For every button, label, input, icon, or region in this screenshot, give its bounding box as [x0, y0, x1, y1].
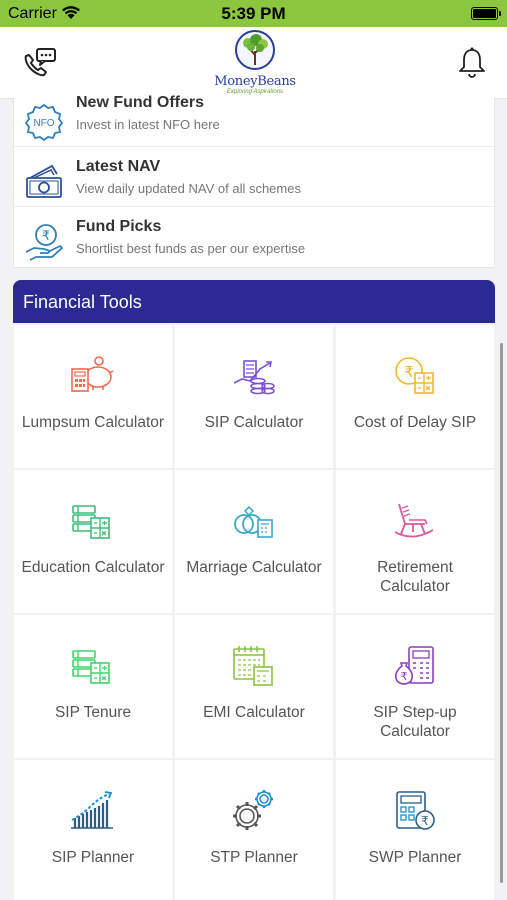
divider	[14, 206, 496, 207]
calculator-coin-icon: ₹	[391, 788, 437, 834]
menu-item-subtitle: Shortlist best funds as per our expertis…	[76, 241, 306, 256]
tool-sip-tenure[interactable]: SIP Tenure	[14, 615, 172, 758]
scrollbar[interactable]	[500, 343, 503, 883]
tool-label: Marriage Calculator	[186, 559, 322, 576]
tree-logo-icon	[235, 30, 275, 70]
rings-calculator-icon	[230, 498, 276, 544]
tool-label: Education Calculator	[21, 559, 165, 576]
financial-tools-grid: Lumpsum Calculator SIP Calculator ₹ Cost…	[13, 323, 495, 900]
menu-item-title: New Fund Offers	[76, 94, 205, 111]
gears-icon	[230, 788, 276, 834]
quick-links-card: NFO New Fund Offers Invest in latest NFO…	[13, 94, 496, 268]
menu-item-fund-picks[interactable]: ₹ Fund Picks Shortlist best funds as per…	[14, 214, 496, 274]
tool-label: STP Planner	[210, 849, 298, 866]
tool-sip-step-up-calculator[interactable]: ₹ SIP Step-up Calculator	[336, 615, 494, 758]
tool-label: Cost of Delay SIP	[353, 414, 477, 431]
calendar-calculator-icon	[230, 643, 276, 689]
menu-item-new-fund-offers[interactable]: NFO New Fund Offers Invest in latest NFO…	[14, 94, 496, 154]
brand-name: MoneyBeans	[214, 74, 296, 89]
tool-sip-calculator[interactable]: SIP Calculator	[175, 325, 333, 468]
menu-item-subtitle: Invest in latest NFO here	[76, 117, 220, 132]
money-stack-icon	[24, 162, 64, 202]
svg-text:₹: ₹	[401, 670, 408, 683]
svg-text:₹: ₹	[421, 814, 429, 828]
rupee-hand-icon: ₹	[24, 222, 64, 262]
status-bar: Carrier 5:39 PM	[0, 0, 507, 27]
books-calculator-icon	[69, 498, 115, 544]
bell-icon[interactable]	[457, 46, 487, 80]
battery-icon	[471, 7, 501, 20]
tool-label: SIP Calculator	[204, 414, 304, 431]
divider	[14, 146, 496, 147]
nfo-badge-icon: NFO	[24, 102, 64, 142]
menu-item-title: Fund Picks	[76, 218, 162, 235]
tool-label: SIP Tenure	[54, 704, 132, 721]
tool-label: SWP Planner	[368, 849, 462, 866]
phone-chat-icon[interactable]	[20, 44, 60, 84]
menu-item-subtitle: View daily updated NAV of all schemes	[76, 181, 301, 196]
rocking-chair-icon	[391, 498, 437, 544]
tool-stp-planner[interactable]: STP Planner	[175, 760, 333, 900]
tool-label: SIP Step-up Calculator	[373, 704, 457, 740]
tool-retirement-calculator[interactable]: Retirement Calculator	[336, 470, 494, 613]
coins-growth-icon	[230, 353, 276, 399]
tool-label: SIP Planner	[51, 849, 135, 866]
section-title: Financial Tools	[23, 292, 142, 312]
menu-item-latest-nav[interactable]: Latest NAV View daily updated NAV of all…	[14, 154, 496, 214]
moneybeans-logo[interactable]: MoneyBeans Exploring Aspirations	[210, 29, 300, 95]
tool-label: Retirement Calculator	[377, 559, 453, 595]
tool-emi-calculator[interactable]: EMI Calculator	[175, 615, 333, 758]
tool-label: Lumpsum Calculator	[21, 414, 165, 431]
clock-time: 5:39 PM	[221, 4, 286, 23]
tool-marriage-calculator[interactable]: Marriage Calculator	[175, 470, 333, 613]
nfo-badge-text: NFO	[33, 118, 54, 129]
tool-swp-planner[interactable]: ₹ SWP Planner	[336, 760, 494, 900]
tool-cost-of-delay-sip[interactable]: ₹ Cost of Delay SIP	[336, 325, 494, 468]
tool-lumpsum-calculator[interactable]: Lumpsum Calculator	[14, 325, 172, 468]
financial-tools-header: Financial Tools	[13, 280, 495, 323]
tool-education-calculator[interactable]: Education Calculator	[14, 470, 172, 613]
money-bag-calculator-icon: ₹	[391, 643, 437, 689]
books-calculator-icon	[69, 643, 115, 689]
menu-item-title: Latest NAV	[76, 158, 161, 175]
svg-text:₹: ₹	[42, 229, 50, 244]
tool-sip-planner[interactable]: SIP Planner	[14, 760, 172, 900]
piggy-bank-icon	[69, 353, 115, 399]
svg-text:₹: ₹	[404, 363, 414, 381]
bar-growth-icon	[69, 788, 115, 834]
app-header: MoneyBeans Exploring Aspirations	[0, 27, 507, 99]
coin-calculator-icon: ₹	[391, 353, 437, 399]
tool-label: EMI Calculator	[203, 704, 305, 721]
